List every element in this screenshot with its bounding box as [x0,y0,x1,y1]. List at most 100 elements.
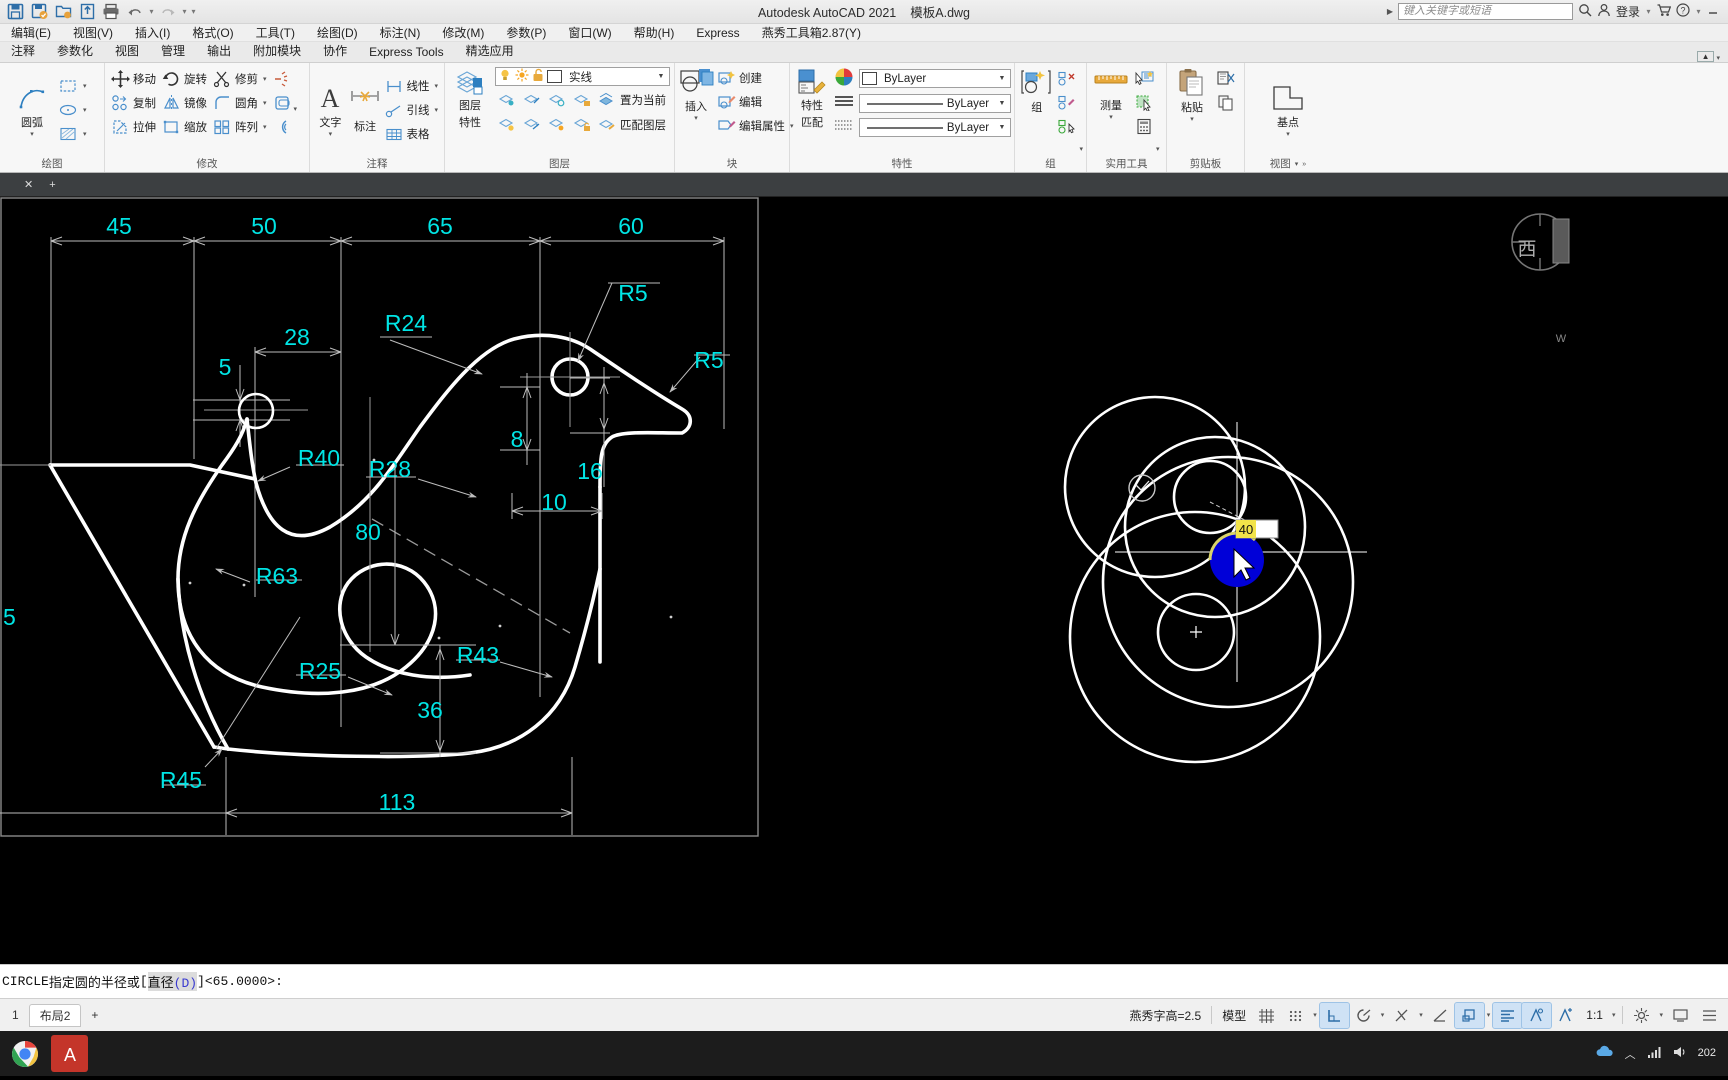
menu-item-10[interactable]: 帮助(H) [623,24,686,42]
layer-unlock-icon[interactable] [532,68,544,85]
ellipse-dropdown-icon[interactable]: ▾ [83,106,87,114]
grid-toggle[interactable] [1252,1003,1281,1028]
layer-properties-tool[interactable]: 图层 特性 [448,67,492,131]
select-all-icon[interactable] [1132,91,1156,114]
arc-dropdown-icon[interactable]: ▾ [30,130,34,138]
menu-item-4[interactable]: 工具(T) [245,24,306,42]
open-icon[interactable] [52,2,74,22]
otrack-toggle[interactable] [1426,1003,1455,1028]
layer-unisolate-icon[interactable] [545,113,569,136]
ribbon-tab-4[interactable]: 输出 [196,40,242,62]
help-dropdown-icon[interactable]: ▾ [1695,7,1702,16]
view-panel-more-icon[interactable]: » [1302,157,1306,172]
ellipse-tool[interactable]: ▾ [55,99,90,122]
text-dropdown-icon[interactable]: ▾ [329,130,333,138]
command-line[interactable]: CIRCLE 指定圆的半径或 [直径(D)] <65.0000>: [0,964,1728,998]
menu-item-2[interactable]: 插入(I) [124,24,181,42]
search-icon[interactable] [1578,3,1592,20]
leader-tool[interactable]: 引线 ▾ [382,99,441,122]
layout-tab-1[interactable]: 布局2 [28,1003,82,1027]
calculator-icon[interactable] [1132,115,1156,138]
workspace-icon[interactable] [1627,1003,1656,1028]
ribbon-tab-0[interactable]: 注释 [0,40,46,62]
add-layout-button[interactable]: + [81,1006,108,1024]
group-selection-icon[interactable] [1055,115,1079,138]
layer-freeze-icon[interactable] [520,88,544,111]
text-height-status[interactable]: 燕秀字高=2.5 [1124,1003,1208,1028]
fillet-dropdown-icon[interactable]: ▾ [263,99,267,107]
base-point-dropdown-icon[interactable]: ▾ [1286,130,1290,138]
ribbon-tab-1[interactable]: 参数化 [46,40,104,62]
autocad-icon[interactable]: A [51,1035,88,1072]
scale-dropdown-icon[interactable]: ▾ [1609,1003,1619,1028]
layer-on-icon[interactable] [498,68,512,85]
layer-combo-dropdown-icon[interactable]: ▼ [655,73,667,80]
measure-tool[interactable]: 测量 ▾ [1090,67,1132,122]
ortho-toggle[interactable] [1318,1001,1350,1029]
lineweight-combo[interactable]: ByLayer ▼ [859,118,1011,137]
rectangle-tool[interactable]: ▾ [55,75,90,98]
base-point-tool[interactable]: 基点 ▾ [1260,82,1316,139]
customize-status-icon[interactable] [1695,1003,1724,1028]
layer-off-icon[interactable] [545,88,569,111]
move-tool[interactable]: 移动 [108,67,159,90]
hardware-accel-icon[interactable] [1666,1003,1695,1028]
export-icon[interactable] [76,2,98,22]
scale-tool[interactable]: 缩放 [159,115,210,138]
menu-item-7[interactable]: 修改(M) [431,24,495,42]
help-icon[interactable]: ? [1676,3,1690,20]
ribbon-tab-2[interactable]: 视图 [104,40,150,62]
ungroup-icon[interactable] [1055,67,1079,90]
layer-isolate-icon[interactable] [495,88,519,111]
offset-tool[interactable] [270,91,294,114]
signin-dropdown-icon[interactable]: ▾ [1645,7,1652,16]
group-panel-expand-icon[interactable]: ▾ [1079,145,1083,153]
circle-tool[interactable]: 圆 ▾ [0,82,9,139]
ribbon-minimize-button[interactable]: ▲ [1696,51,1715,62]
measure-dropdown-icon[interactable]: ▾ [1109,113,1113,121]
polar-toggle[interactable] [1349,1003,1378,1028]
dimension-tool[interactable]: 标注 [348,86,383,135]
layer-thaw-all-icon[interactable] [520,113,544,136]
save-as-icon[interactable] [28,2,50,22]
search-expand-icon[interactable]: ▶ [1387,7,1393,16]
undo-dropdown[interactable]: ▾ [148,7,155,16]
menu-item-1[interactable]: 视图(V) [62,24,124,42]
osnap-toggle[interactable] [1387,1003,1416,1028]
cart-icon[interactable] [1657,3,1672,20]
undo-icon[interactable] [124,2,146,22]
object-color-icon[interactable] [833,67,855,90]
tray-volume-icon[interactable] [1672,1045,1688,1062]
menu-item-6[interactable]: 标注(N) [369,24,432,42]
menu-item-12[interactable]: 燕秀工具箱2.87(Y) [751,24,872,42]
object-color-combo[interactable]: ByLayer ▼ [859,69,1011,88]
menu-item-9[interactable]: 窗口(W) [557,24,622,42]
create-block-button[interactable]: 创建 [714,66,797,89]
minimize-icon[interactable] [1707,4,1720,20]
rectangle-dropdown-icon[interactable]: ▾ [83,82,87,90]
view-panel-expand-icon[interactable]: ▾ [1295,157,1299,172]
table-tool[interactable]: 表格 [382,123,441,146]
annotation-visibility-toggle[interactable] [1492,1001,1524,1029]
match-layer-button[interactable]: 匹配图层 [595,113,669,136]
autoscale-toggle[interactable] [1521,1001,1553,1029]
osnap-dropdown-icon[interactable]: ▾ [1416,1003,1426,1028]
join-tool[interactable] [270,115,294,138]
layer-turn-on-icon[interactable] [495,113,519,136]
paste-tool[interactable]: 粘贴 ▾ [1170,67,1214,124]
signin-button[interactable]: 登录 [1616,3,1640,20]
ucs-toggle[interactable] [1453,1001,1485,1029]
ribbon-minimize-dropdown[interactable]: ▾ [1716,54,1720,62]
fillet-tool[interactable]: 圆角 ▾ [210,91,270,114]
edit-block-button[interactable]: 编辑 [714,90,797,113]
ribbon-tab-7[interactable]: Express Tools [358,43,454,62]
paste-dropdown-icon[interactable]: ▾ [1190,115,1194,123]
ribbon-tab-5[interactable]: 附加模块 [242,40,312,62]
layer-unlock-all-icon[interactable] [570,113,594,136]
layer-lock-icon[interactable] [570,88,594,111]
linetype-combo[interactable]: ByLayer ▼ [859,94,1011,113]
workspace-dropdown-icon[interactable]: ▾ [1656,1003,1666,1028]
cut-icon[interactable] [1214,67,1238,90]
lineweight-dropdown-icon[interactable]: ▼ [996,124,1008,131]
insert-block-dropdown-icon[interactable]: ▾ [694,114,698,122]
